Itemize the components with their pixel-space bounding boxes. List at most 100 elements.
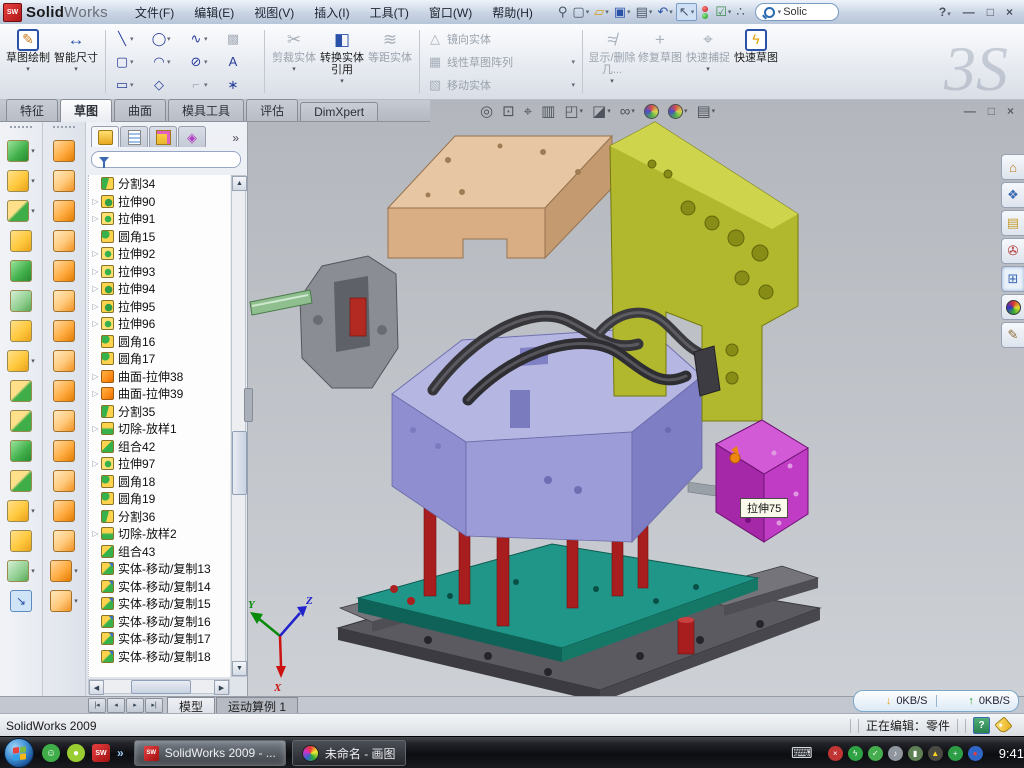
updates-icon[interactable]: ● (968, 746, 983, 761)
split-body-icon[interactable] (10, 410, 32, 432)
tree-item[interactable]: ▷拉伸90 (89, 193, 230, 211)
more-options-icon[interactable]: ∴ (734, 4, 746, 20)
protection-icon[interactable]: + (948, 746, 963, 761)
messenger-quicklaunch-icon[interactable]: ☺ (42, 744, 60, 762)
linear-pattern-icon[interactable] (7, 350, 29, 372)
security-alert-icon[interactable]: × (828, 746, 843, 761)
help-button[interactable]: ?▾ (936, 5, 954, 19)
expand-arrow-icon[interactable]: ▷ (90, 372, 101, 381)
tree-item[interactable]: ▷曲面-拉伸39 (89, 385, 230, 403)
tree-item[interactable]: 实体-移动/复制15 (89, 595, 230, 613)
toolbar-grip[interactable] (10, 126, 32, 131)
model-main-block[interactable] (392, 328, 716, 542)
tree-item[interactable]: 分割36 (89, 508, 230, 526)
app-minimize-button[interactable]: — (960, 5, 978, 19)
solidworks-quicklaunch-icon[interactable]: SW (92, 744, 110, 762)
menu-item[interactable]: 视图(V) (245, 1, 303, 24)
featuremanager-tab[interactable] (91, 126, 119, 147)
start-button[interactable] (4, 738, 34, 768)
thicken-icon[interactable] (50, 560, 72, 582)
document-tab[interactable]: 运动算例 1 (216, 697, 298, 713)
expand-arrow-icon[interactable]: ▷ (90, 249, 101, 258)
taskbar-clock[interactable]: 9:41 (999, 746, 1024, 761)
tree-item[interactable]: 组合43 (89, 543, 230, 561)
menu-item[interactable]: 帮助(H) (483, 1, 542, 24)
split-icon[interactable] (10, 380, 32, 402)
combine-bodies-icon[interactable] (10, 440, 32, 462)
spline-icon[interactable]: ∿▾ (185, 27, 222, 50)
document-tab[interactable]: 模型 (167, 697, 215, 713)
doc-restore-button[interactable]: □ (988, 104, 995, 118)
tag-icon[interactable] (994, 716, 1012, 734)
hide-show-items-icon[interactable]: ∞▾ (620, 103, 635, 120)
untrim-surface-icon[interactable] (53, 530, 75, 552)
edit-appearance-icon[interactable] (644, 104, 659, 119)
scroll-up-button[interactable]: ▲ (232, 176, 247, 191)
knit-surface-icon[interactable] (53, 440, 75, 462)
expand-arrow-icon[interactable]: ▷ (90, 214, 101, 223)
arc-icon[interactable]: ◠▾ (148, 50, 185, 73)
configurationmanager-tab[interactable] (149, 126, 177, 147)
draft-icon[interactable] (10, 320, 32, 342)
mirror-entities-button[interactable]: △镜向实体 (425, 27, 577, 50)
section-view-icon[interactable]: ▥ (541, 102, 555, 120)
network-icon[interactable]: ▮ (908, 746, 923, 761)
freeform-icon[interactable] (50, 590, 72, 612)
swept-boss-icon[interactable] (10, 230, 32, 252)
zoom-fit-icon[interactable]: ◎ (480, 102, 493, 120)
resources-tab[interactable]: ⌂ (1001, 154, 1024, 180)
print-icon[interactable]: ▤▾ (634, 4, 655, 20)
quick-tips-help-button[interactable]: ? (973, 717, 990, 734)
tree-filter-input[interactable] (91, 151, 241, 168)
scroll-down-button[interactable]: ▼ (232, 661, 247, 676)
menu-item[interactable]: 编辑(E) (185, 1, 243, 24)
menu-item[interactable]: 窗口(W) (420, 1, 481, 24)
file-explorer-tab[interactable]: ▤ (1001, 210, 1024, 236)
tree-horizontal-scrollbar[interactable]: ◀ ▶ (88, 679, 230, 694)
volume-icon[interactable]: ♪ (888, 746, 903, 761)
new-document-icon[interactable]: ▢▾ (570, 4, 591, 20)
smart-dimension-button[interactable]: ↔智能尺寸▾ (52, 26, 100, 97)
antivirus-icon[interactable]: ϟ (848, 746, 863, 761)
tree-item[interactable]: ▷拉伸92 (89, 245, 230, 263)
open-icon[interactable]: ▱▾ (592, 4, 611, 20)
filled-surface-icon[interactable] (53, 260, 75, 282)
replace-face-icon[interactable] (53, 410, 75, 432)
tree-item[interactable]: ▷拉伸97 (89, 455, 230, 473)
dimxpertmanager-tab[interactable]: ◈ (178, 126, 206, 147)
polygon-icon[interactable]: ◇ (148, 73, 185, 96)
tree-item[interactable]: ▷拉伸94 (89, 280, 230, 298)
quick-launch-expand-button[interactable]: » (117, 746, 124, 760)
player-quicklaunch-icon[interactable]: ● (67, 744, 85, 762)
save-icon[interactable]: ▣▾ (612, 4, 633, 20)
rapid-sketch-button[interactable]: ϟ快速草图 (732, 26, 780, 97)
expand-arrow-icon[interactable]: ▷ (90, 389, 101, 398)
expand-arrow-icon[interactable]: ▷ (90, 459, 101, 468)
tree-item[interactable]: ▷拉伸93 (89, 263, 230, 281)
revolved-surface-icon[interactable] (53, 170, 75, 192)
undo-icon[interactable]: ↶▾ (655, 4, 674, 20)
tree-item[interactable]: ▷切除-放样1 (89, 420, 230, 438)
panel-overflow-button[interactable]: » (232, 131, 243, 147)
selection-box-icon[interactable]: ▩ (222, 27, 259, 50)
convert-entities-button[interactable]: ◧转换实体引用▾ (318, 26, 366, 97)
trim-surface-icon[interactable] (53, 500, 75, 522)
zoom-area-icon[interactable]: ⊡ (502, 102, 515, 120)
expand-arrow-icon[interactable]: ▷ (90, 529, 101, 538)
view-palette-tab[interactable]: ⊞ (1001, 266, 1024, 292)
expand-arrow-icon[interactable]: ▷ (90, 197, 101, 206)
tree-item[interactable]: ▷曲面-拉伸38 (89, 368, 230, 386)
tab-nav-button-3[interactable]: ▸ (126, 698, 144, 713)
scroll-right-button[interactable]: ▶ (214, 680, 229, 695)
move-copy-bodies-icon[interactable] (10, 470, 32, 492)
model-magenta-block[interactable] (716, 420, 808, 542)
shell-icon[interactable] (10, 260, 32, 282)
panel-splitter-handle[interactable] (244, 388, 253, 422)
ellipse-icon[interactable]: ⊘▾ (185, 50, 222, 73)
tree-item[interactable]: 实体-移动/复制18 (89, 648, 230, 666)
tree-item[interactable]: 圆角15 (89, 228, 230, 246)
toolbar-grip[interactable] (53, 126, 75, 131)
keyboard-layout-icon[interactable]: ⌨ (791, 744, 813, 762)
reference-point-icon[interactable] (7, 500, 29, 522)
trim-entities-button[interactable]: ✂剪裁实体▾ (270, 26, 318, 97)
